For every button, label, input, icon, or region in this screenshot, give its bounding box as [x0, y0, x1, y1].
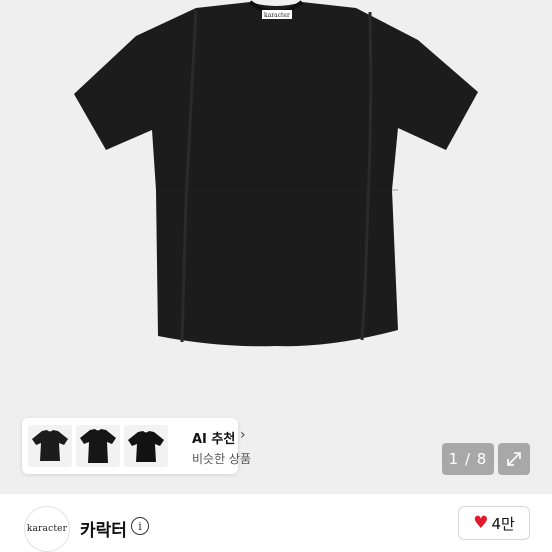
similar-item-thumb-2[interactable] [76, 425, 120, 467]
expand-image-button[interactable] [498, 443, 530, 475]
chevron-right-icon: › [240, 427, 246, 443]
brand-tag-text: karacter [264, 12, 290, 19]
product-page: karacter AI 추천 › 비슷한 상품 1 / 8 karacter 카… [0, 0, 552, 552]
product-image[interactable]: karacter AI 추천 › 비슷한 상품 1 / 8 [0, 0, 552, 494]
heart-icon: ♥ [473, 512, 489, 533]
pager-text: 1 / 8 [448, 450, 488, 468]
image-pager: 1 / 8 [442, 443, 494, 475]
ai-recommend-title: AI 추천 [192, 432, 236, 447]
ai-recommend-subtitle: 비슷한 상품 [192, 452, 252, 466]
seller-row: karacter 카락터 i ♥ 4만 [0, 494, 552, 552]
info-icon[interactable]: i [131, 517, 149, 535]
seller-avatar[interactable]: karacter [24, 506, 70, 552]
ai-recommend-card[interactable]: AI 추천 › 비슷한 상품 [22, 418, 251, 474]
seller-name[interactable]: 카락터 [80, 516, 127, 541]
like-count: 4만 [491, 514, 515, 533]
similar-item-thumb-3[interactable] [124, 425, 168, 467]
similar-item-thumb-1[interactable] [28, 425, 72, 467]
like-button[interactable]: ♥ 4만 [458, 506, 530, 540]
expand-icon [507, 452, 521, 466]
avatar-text: karacter [26, 524, 68, 534]
